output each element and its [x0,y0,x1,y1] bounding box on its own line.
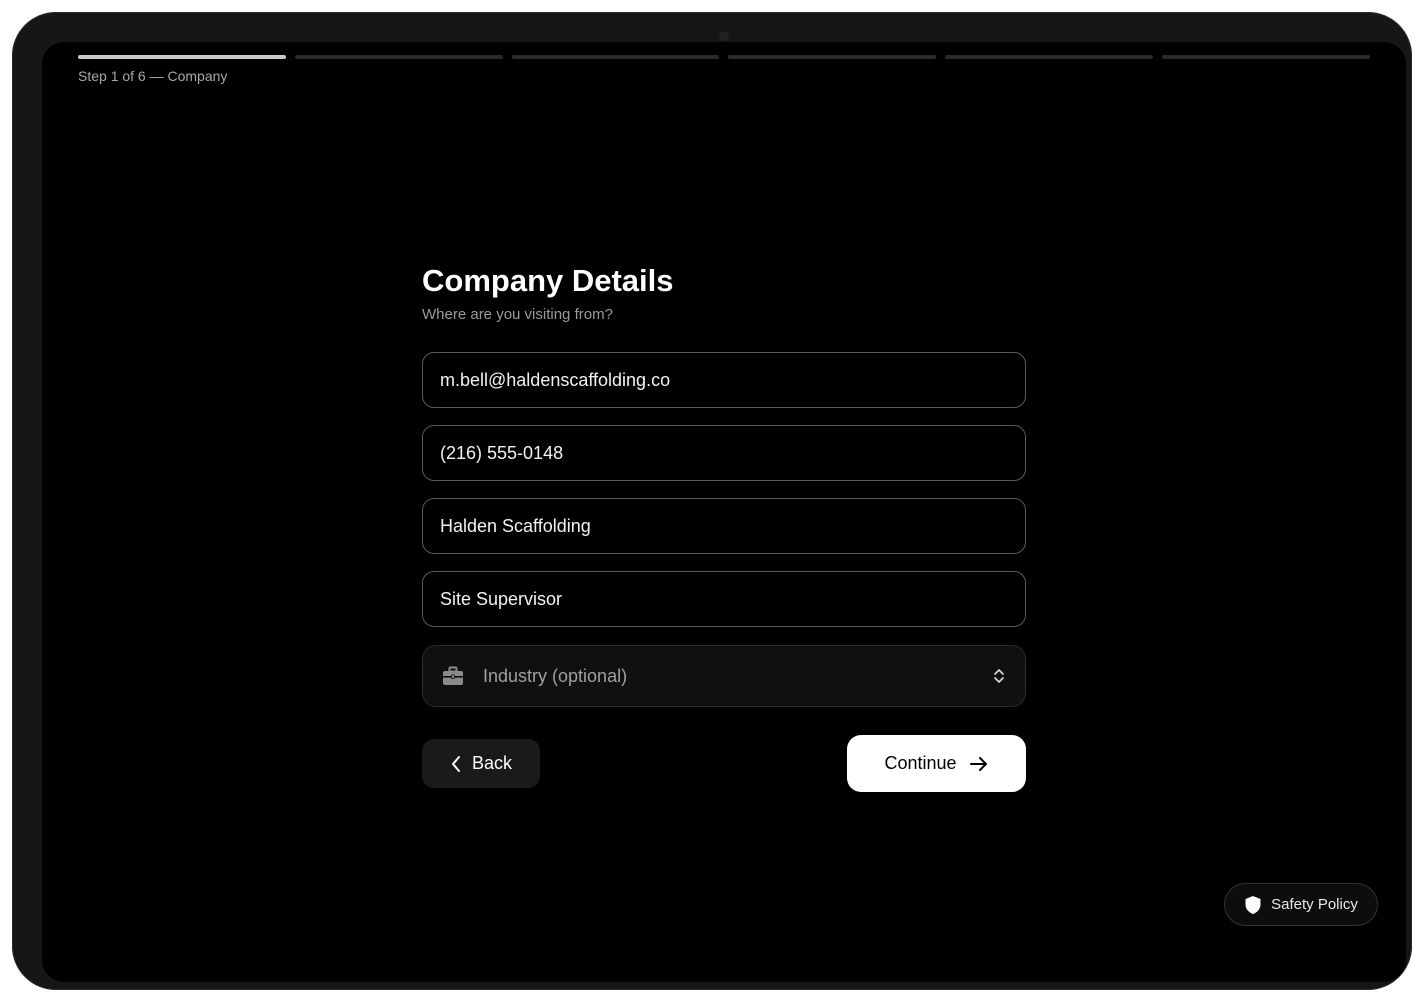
briefcase-icon [441,664,465,688]
tablet-frame: Step 1 of 6 — Company Company Details Wh… [12,12,1412,990]
progress-segment-2 [294,55,503,59]
continue-button[interactable]: Continue [847,735,1026,792]
back-button[interactable]: Back [422,739,540,788]
phone-field-value: (216) 555-0148 [440,442,564,463]
progress-segment-6 [1162,55,1370,59]
step-progress-bar [78,55,1370,59]
company-field[interactable]: Halden Scaffolding [422,498,1026,554]
chevron-left-icon [450,755,462,773]
job-title-field-value: Site Supervisor [440,588,563,609]
back-button-label: Back [471,753,513,773]
job-title-field[interactable]: Site Supervisor [422,571,1026,627]
company-details-form: Company Details Where are you visiting f… [422,264,1026,792]
progress-segment-5 [945,55,1154,59]
industry-select[interactable]: Industry (optional) [422,645,1026,707]
industry-select-placeholder: Industry (optional) [483,665,628,686]
page-subtitle: Where are you visiting from? [422,306,613,323]
chevron-up-down-icon [991,666,1007,686]
form-actions: Back Continue [422,735,1026,792]
safety-policy-label: Safety Policy [1271,896,1358,913]
phone-field[interactable]: (216) 555-0148 [422,425,1026,481]
continue-button-label: Continue [884,753,957,773]
progress-segment-4 [728,55,937,59]
page-title: Company Details [422,263,674,298]
arrow-right-icon [969,756,989,772]
camera-dot [719,31,729,41]
screen: Step 1 of 6 — Company Company Details Wh… [42,42,1406,982]
email-field[interactable]: m.bell@haldenscaffolding.co [422,352,1026,408]
progress-segment-3 [511,55,720,59]
safety-policy-button[interactable]: Safety Policy [1224,883,1378,926]
email-field-value: m.bell@haldenscaffolding.co [440,369,671,390]
company-field-value: Halden Scaffolding [440,515,591,536]
shield-icon [1244,895,1262,915]
progress-segment-1 [78,55,286,59]
step-label: Step 1 of 6 — Company [78,68,228,84]
